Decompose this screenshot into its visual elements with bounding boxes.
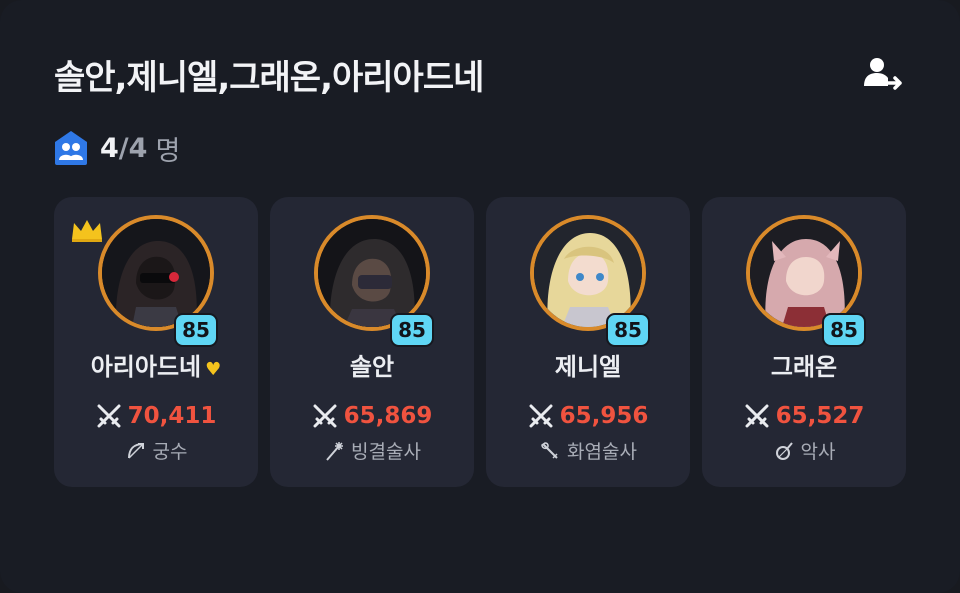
combat-power: 65,956 — [486, 403, 690, 429]
member-class: 화염술사 — [486, 437, 690, 464]
member-class-label: 악사 — [800, 441, 836, 463]
member-card[interactable]: 85 아리아드네 ♥ 70,411 궁수 — [54, 197, 258, 487]
member-avatar: 85 — [98, 215, 218, 347]
level-badge: 85 — [390, 313, 434, 347]
member-cards: 85 아리아드네 ♥ 70,411 궁수 85 솔안 65,869 빙결술사 8… — [54, 197, 906, 487]
crossed-swords-icon — [529, 404, 553, 428]
member-count: 4 / 4 명 — [54, 130, 181, 167]
avatar-portrait-icon — [102, 219, 210, 327]
member-class-label: 궁수 — [152, 441, 188, 463]
member-class: 빙결술사 — [270, 437, 474, 464]
combat-power-value: 65,956 — [559, 403, 649, 429]
member-class: 악사 — [702, 437, 906, 464]
member-avatar: 85 — [530, 215, 650, 347]
level-badge: 85 — [822, 313, 866, 347]
member-card[interactable]: 85 제니엘 65,956 화염술사 — [486, 197, 690, 487]
level-badge: 85 — [174, 313, 218, 347]
party-panel: 솔안,제니엘,그래온,아리아드네 4 / 4 명 85 아리아드네 ♥ 70,4… — [0, 0, 960, 593]
avatar-portrait-icon — [750, 219, 858, 327]
combat-power: 65,869 — [270, 403, 474, 429]
crossed-swords-icon — [313, 404, 337, 428]
member-name: 솔안 — [349, 353, 395, 381]
combat-power: 70,411 — [54, 403, 258, 429]
member-class-label: 빙결술사 — [351, 441, 421, 463]
combat-power-value: 65,527 — [775, 403, 865, 429]
member-count-separator: / — [118, 132, 129, 164]
crossed-swords-icon — [745, 404, 769, 428]
member-class: 궁수 — [54, 437, 258, 464]
combat-power-value: 70,411 — [127, 403, 217, 429]
member-count-unit: 명 — [155, 135, 181, 167]
party-members-icon — [55, 131, 87, 165]
crossed-swords-icon — [97, 404, 121, 428]
member-name: 제니엘 — [554, 353, 622, 381]
avatar-portrait-icon — [534, 219, 642, 327]
frost-staff-icon — [326, 441, 344, 461]
party-title: 솔안,제니엘,그래온,아리아드네 — [54, 58, 484, 98]
bow-icon — [127, 442, 144, 459]
level-badge: 85 — [606, 313, 650, 347]
avatar-portrait-icon — [318, 219, 426, 327]
member-swap-icon — [864, 58, 902, 90]
combat-power: 65,527 — [702, 403, 906, 429]
member-count-current: 4 — [100, 132, 119, 164]
member-count-max: 4 — [128, 132, 148, 164]
member-name: 그래온 — [770, 353, 838, 381]
member-swap-button[interactable] — [860, 54, 904, 94]
member-class-label: 화염술사 — [567, 441, 637, 463]
member-card[interactable]: 85 솔안 65,869 빙결술사 — [270, 197, 474, 487]
member-avatar: 85 — [746, 215, 866, 347]
member-avatar: 85 — [314, 215, 434, 347]
member-card[interactable]: 85 그래온 65,527 악사 — [702, 197, 906, 487]
heart-icon: ♥ — [205, 359, 222, 380]
fire-staff-icon — [541, 441, 558, 459]
member-name: 아리아드네 ♥ — [90, 353, 222, 381]
combat-power-value: 65,869 — [343, 403, 433, 429]
lute-icon — [775, 441, 793, 460]
